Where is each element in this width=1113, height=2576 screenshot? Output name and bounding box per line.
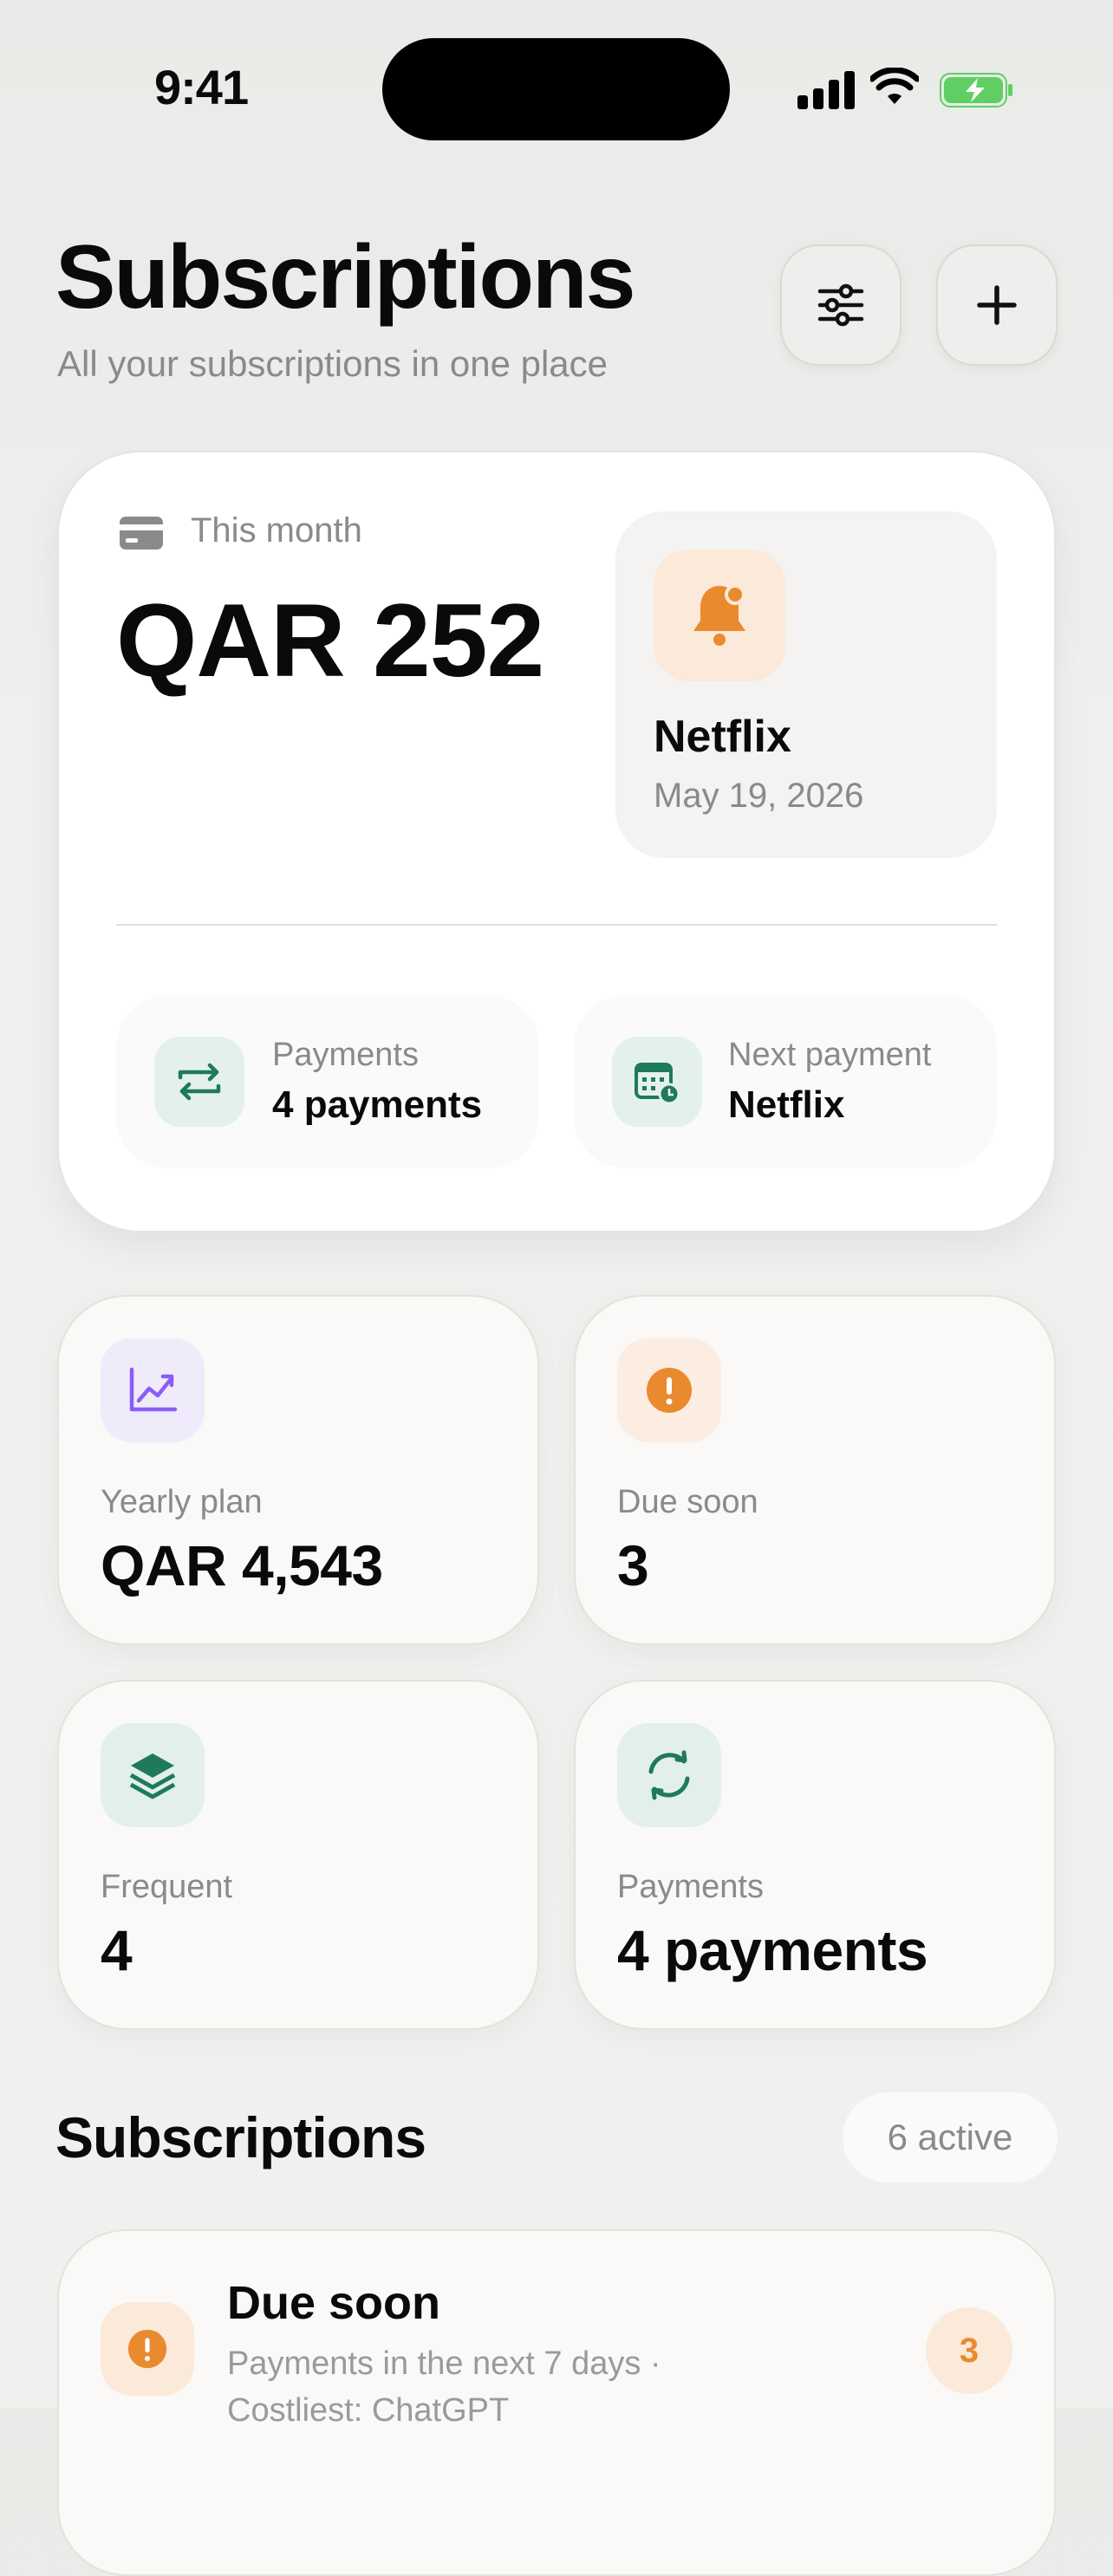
refresh-icon: [617, 1723, 721, 1827]
page-subtitle: All your subscriptions in one place: [57, 343, 609, 384]
active-count-badge: 6 active: [843, 2092, 1058, 2182]
chip-label: Payments: [272, 1037, 419, 1073]
plus-icon: [977, 285, 1017, 325]
next-payment-name: Netflix: [654, 712, 791, 762]
chip-label: Next payment: [728, 1037, 932, 1073]
status-time: 9:41: [154, 60, 249, 114]
alert-icon: [101, 2302, 194, 2396]
battery-charging-icon: [940, 73, 1012, 107]
stat-label: Frequent: [101, 1869, 233, 1905]
cellular-signal-icon: [797, 69, 855, 109]
wifi-icon: [870, 68, 919, 104]
credit-card-icon: [120, 517, 163, 550]
divider: [116, 924, 997, 926]
stat-value: QAR 4,543: [101, 1533, 383, 1597]
chart-up-icon: [101, 1338, 205, 1442]
group-count-badge: 3: [926, 2307, 1012, 2394]
monthly-amount: QAR 252: [116, 582, 544, 699]
alert-icon: [617, 1338, 721, 1442]
stat-label: Due soon: [617, 1484, 758, 1520]
dynamic-island: [382, 38, 730, 140]
add-subscription-button[interactable]: [936, 244, 1058, 366]
period-label: This month: [191, 511, 362, 550]
stat-label: Payments: [617, 1869, 764, 1905]
next-payment-date: May 19, 2026: [654, 777, 864, 815]
section-title: Subscriptions: [55, 2105, 426, 2169]
filter-button[interactable]: [780, 244, 901, 366]
calendar-icon: [612, 1037, 702, 1127]
chip-value: Netflix: [728, 1083, 845, 1126]
group-subtitle: Payments in the next 7 days · Costliest:…: [227, 2345, 661, 2429]
repeat-icon: [154, 1037, 244, 1127]
bell-icon: [654, 550, 785, 681]
stat-value: 4: [101, 1918, 133, 1982]
page-title: Subscriptions: [55, 227, 635, 328]
chip-value: 4 payments: [272, 1083, 483, 1126]
stat-label: Yearly plan: [101, 1484, 263, 1520]
layers-icon: [101, 1723, 205, 1827]
sliders-icon: [817, 283, 864, 327]
group-title: Due soon: [227, 2277, 441, 2329]
stat-value: 4 payments: [617, 1918, 928, 1982]
stat-value: 3: [617, 1533, 649, 1597]
